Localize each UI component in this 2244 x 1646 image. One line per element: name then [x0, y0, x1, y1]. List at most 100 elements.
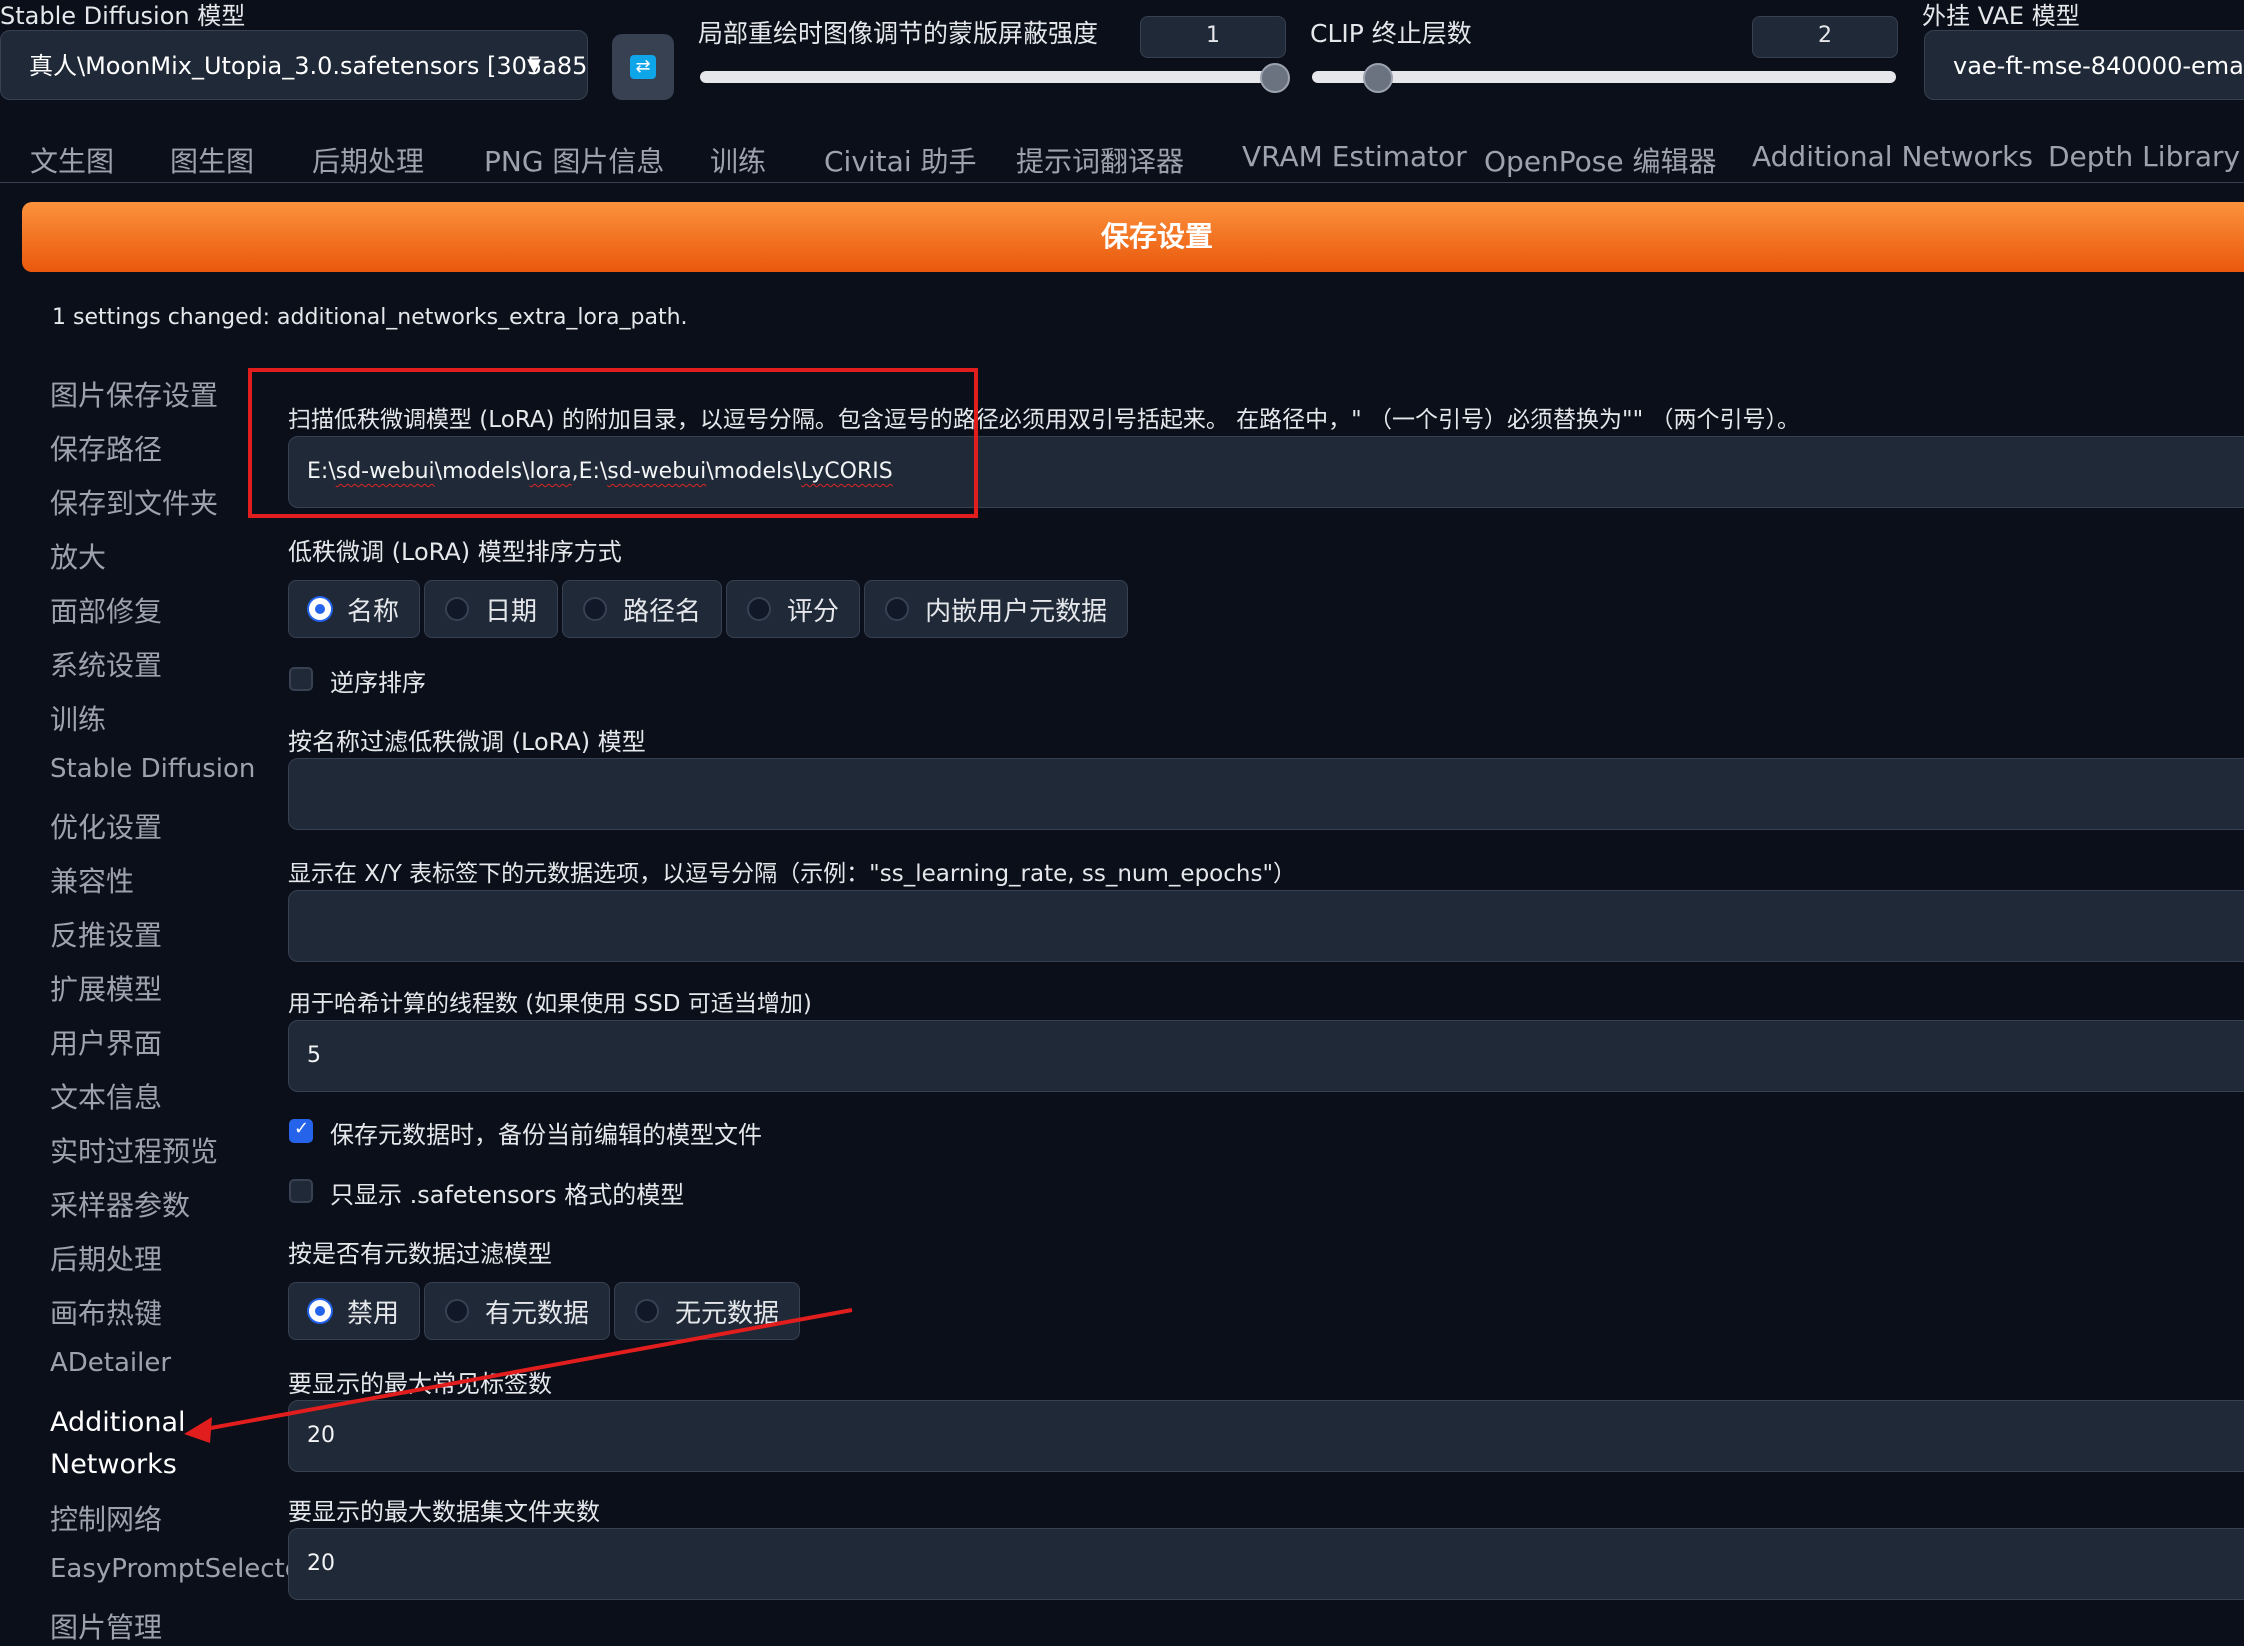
sidebar-item-infotext[interactable]: 文本信息 — [50, 1076, 162, 1116]
mask-strength-label: 局部重绘时图像调节的蒙版屏蔽强度 — [698, 19, 1099, 48]
sidebar-item-save-paths[interactable]: 保存路径 — [50, 428, 162, 468]
tab-openpose-editor[interactable]: OpenPose 编辑器 — [1484, 140, 1717, 180]
clip-skip-slider-thumb[interactable] — [1363, 63, 1393, 93]
backup-model-checkbox[interactable]: ✓ — [289, 1118, 313, 1143]
safetensors-only-label: 只显示 .safetensors 格式的模型 — [330, 1181, 685, 1209]
radio-label: 路径名 — [623, 596, 702, 627]
sidebar-item-interrogate[interactable]: 反推设置 — [50, 914, 162, 954]
radio-label: 无元数据 — [675, 1298, 780, 1329]
sort-option-user-metadata[interactable]: 内嵌用户元数据 — [864, 580, 1129, 638]
max-tags-label: 要显示的最大常见标签数 — [288, 1370, 552, 1398]
hash-threads-label: 用于哈希计算的线程数 (如果使用 SSD 可适当增加) — [288, 991, 812, 1017]
save-settings-button[interactable]: 保存设置 — [22, 202, 2244, 272]
radio-checked-icon — [309, 598, 331, 620]
refresh-icon: ⇄ — [630, 55, 656, 79]
sidebar-item-face-restoration[interactable]: 面部修复 — [50, 590, 162, 630]
metadata-filter-radio-group: 禁用 有元数据 无元数据 — [288, 1282, 804, 1340]
sidebar-item-image-saving[interactable]: 图片保存设置 — [50, 374, 218, 414]
mask-strength-input[interactable]: 1 — [1140, 16, 1286, 58]
sidebar-item-easy-prompt-selector[interactable]: EasyPromptSelector — [50, 1554, 311, 1584]
max-tags-input[interactable]: 20 — [288, 1400, 2244, 1472]
sidebar-item-system[interactable]: 系统设置 — [50, 644, 162, 684]
radio-unchecked-icon — [885, 597, 910, 621]
xy-metadata-input[interactable] — [288, 890, 2244, 962]
mask-strength-slider[interactable] — [700, 71, 1284, 83]
hash-threads-input[interactable]: 5 — [288, 1020, 2244, 1092]
status-text: 1 settings changed: additional_networks_… — [52, 305, 688, 330]
tab-png-info[interactable]: PNG 图片信息 — [484, 140, 664, 180]
clip-skip-slider[interactable] — [1312, 71, 1896, 83]
tab-additional-networks[interactable]: Additional Networks — [1752, 140, 2033, 173]
radio-label: 有元数据 — [485, 1298, 590, 1329]
radio-label: 评分 — [787, 596, 840, 627]
sidebar-item-compatibility[interactable]: 兼容性 — [50, 860, 134, 900]
vae-label: 外挂 VAE 模型 — [1922, 2, 2080, 30]
sidebar-item-optimizations[interactable]: 优化设置 — [50, 806, 162, 846]
annotation-arrowhead — [184, 1417, 212, 1443]
metadata-option-disabled[interactable]: 禁用 — [288, 1282, 421, 1340]
radio-checked-icon — [309, 1300, 331, 1322]
checkmark-icon: ✓ — [294, 1118, 310, 1139]
tab-train[interactable]: 训练 — [710, 140, 766, 180]
sort-option-path[interactable]: 路径名 — [562, 580, 723, 638]
save-settings-label: 保存设置 — [1100, 220, 1213, 253]
sidebar-item-controlnet[interactable]: 控制网络 — [50, 1498, 162, 1538]
tab-vram-estimator[interactable]: VRAM Estimator — [1242, 140, 1467, 173]
mask-strength-slider-thumb[interactable] — [1260, 63, 1290, 93]
reverse-sort-checkbox[interactable] — [289, 667, 313, 691]
sort-option-rating[interactable]: 评分 — [726, 580, 861, 638]
xy-metadata-label: 显示在 X/Y 表标签下的元数据选项，以逗号分隔（示例："ss_learning… — [288, 861, 1297, 887]
sidebar-item-stable-diffusion[interactable]: Stable Diffusion — [50, 754, 255, 784]
filter-name-label: 按名称过滤低秩微调 (LoRA) 模型 — [288, 728, 646, 756]
radio-unchecked-icon — [583, 597, 608, 621]
tab-extras[interactable]: 后期处理 — [312, 140, 424, 180]
radio-unchecked-icon — [635, 1299, 660, 1323]
chevron-down-icon: ▼ — [527, 55, 541, 76]
filter-name-input[interactable] — [288, 758, 2244, 830]
radio-label: 内嵌用户元数据 — [925, 596, 1108, 627]
sidebar-item-postprocessing[interactable]: 后期处理 — [50, 1238, 162, 1278]
sidebar-item-upscaling[interactable]: 放大 — [50, 536, 106, 576]
sd-model-dropdown[interactable]: 真人\MoonMix_Utopia_3.0.safetensors [305a8… — [0, 30, 588, 100]
radio-label: 名称 — [347, 596, 400, 627]
tab-civitai-helper[interactable]: Civitai 助手 — [824, 140, 977, 180]
backup-model-label: 保存元数据时，备份当前编辑的模型文件 — [330, 1121, 762, 1149]
metadata-filter-label: 按是否有元数据过滤模型 — [288, 1240, 552, 1268]
sidebar-item-extra-networks[interactable]: 扩展模型 — [50, 968, 162, 1008]
sidebar-item-user-interface[interactable]: 用户界面 — [50, 1022, 162, 1062]
vae-value: vae-ft-mse-840000-ema-prun — [1953, 52, 2244, 80]
sort-method-radio-group: 名称 日期 路径名 评分 内嵌用户元数据 — [288, 580, 1132, 638]
annotation-highlight-box — [248, 368, 978, 518]
metadata-option-none[interactable]: 无元数据 — [614, 1282, 801, 1340]
sidebar-item-additional-networks[interactable]: Additional Networks — [50, 1402, 186, 1486]
metadata-option-has[interactable]: 有元数据 — [424, 1282, 611, 1340]
sidebar-item-save-to-dirs[interactable]: 保存到文件夹 — [50, 482, 218, 522]
refresh-button[interactable]: ⇄ — [612, 34, 674, 100]
sidebar-item-adetailer[interactable]: ADetailer — [50, 1348, 171, 1378]
safetensors-only-checkbox[interactable] — [289, 1179, 313, 1203]
clip-skip-label: CLIP 终止层数 — [1310, 19, 1472, 48]
tab-prompt-translator[interactable]: 提示词翻译器 — [1016, 140, 1184, 180]
sort-option-name[interactable]: 名称 — [288, 580, 421, 638]
sidebar-item-image-browser[interactable]: 图片管理 — [50, 1606, 162, 1646]
reverse-sort-label: 逆序排序 — [330, 669, 426, 697]
radio-unchecked-icon — [445, 1299, 470, 1323]
sd-model-value: 真人\MoonMix_Utopia_3.0.safetensors [305a8… — [29, 52, 588, 80]
clip-skip-input[interactable]: 2 — [1752, 16, 1898, 58]
radio-unchecked-icon — [747, 597, 772, 621]
tab-divider — [0, 182, 2244, 183]
sidebar-item-sampler-params[interactable]: 采样器参数 — [50, 1184, 190, 1224]
tab-txt2img[interactable]: 文生图 — [30, 140, 114, 180]
radio-label: 日期 — [485, 596, 538, 627]
sort-method-label: 低秩微调 (LoRA) 模型排序方式 — [288, 538, 622, 566]
sidebar-item-canvas-hotkeys[interactable]: 画布热键 — [50, 1292, 162, 1332]
tab-depth-library[interactable]: Depth Library — [2048, 140, 2240, 173]
sidebar-item-live-previews[interactable]: 实时过程预览 — [50, 1130, 218, 1170]
max-datasets-input[interactable]: 20 — [288, 1528, 2244, 1600]
tab-img2img[interactable]: 图生图 — [170, 140, 254, 180]
sort-option-date[interactable]: 日期 — [424, 580, 559, 638]
sidebar-item-training[interactable]: 训练 — [50, 698, 106, 738]
vae-dropdown[interactable]: vae-ft-mse-840000-ema-prun — [1924, 30, 2244, 100]
sd-model-label: Stable Diffusion 模型 — [0, 2, 246, 30]
radio-unchecked-icon — [445, 597, 470, 621]
